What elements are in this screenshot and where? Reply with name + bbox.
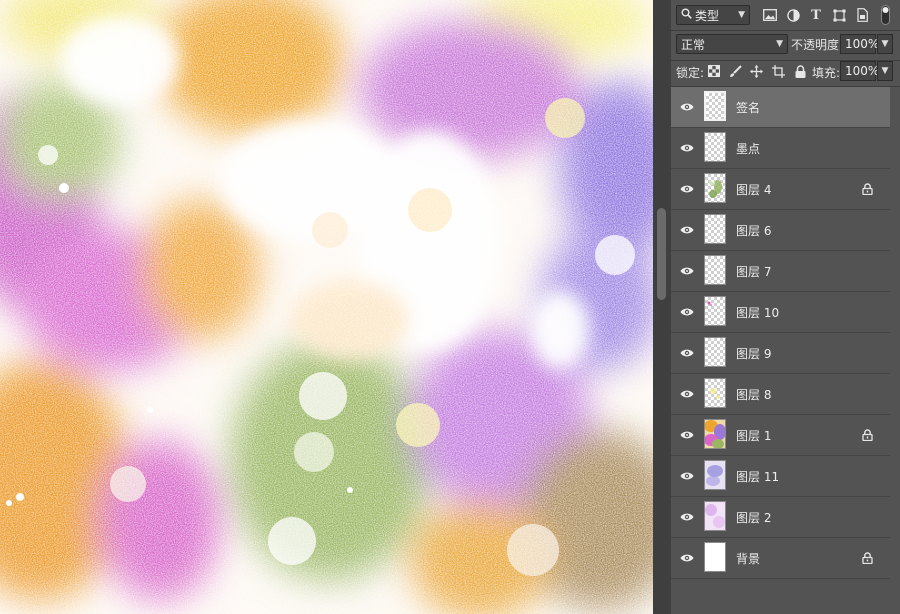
layer-thumbnail[interactable] (704, 419, 726, 449)
layer-thumbnail[interactable] (704, 337, 726, 367)
chevron-down-icon: ▼ (881, 66, 889, 76)
layer-name[interactable]: 背景 (736, 550, 760, 567)
layer-row[interactable]: 图层 4 (671, 169, 890, 210)
blend-mode-dropdown[interactable]: 正常 ▼ (676, 34, 788, 54)
layer-name[interactable]: 图层 11 (736, 468, 779, 485)
opacity-dropdown-button[interactable]: ▼ (877, 34, 893, 54)
layer-row[interactable]: 图层 6 (671, 210, 890, 251)
fill-dropdown-button[interactable]: ▼ (877, 61, 893, 81)
lock-transparent-icon[interactable] (707, 64, 721, 78)
lock-position-icon[interactable] (749, 64, 763, 78)
eye-icon[interactable] (680, 552, 694, 564)
layer-name[interactable]: 图层 9 (736, 345, 771, 362)
eye-icon[interactable] (680, 388, 694, 400)
fill-label: 填充: (812, 66, 841, 80)
blend-mode-label: 正常 (681, 37, 706, 52)
canvas-scrollbar-thumb[interactable] (657, 208, 666, 300)
lock-all-icon[interactable] (793, 64, 807, 78)
layer-row[interactable]: 墨点 (671, 128, 890, 169)
layer-row[interactable]: 图层 8 (671, 374, 890, 415)
layer-thumbnail[interactable] (704, 542, 726, 572)
eye-icon[interactable] (680, 142, 694, 154)
blend-opacity-bar: 正常 ▼ 不透明度: 100% ▼ (671, 30, 900, 61)
layer-row[interactable]: 图层 1 (671, 415, 890, 456)
adjustment-filter-icon[interactable] (785, 7, 801, 23)
layers-list: 签名 墨点 图层 4 图层 6 图层 7 图层 10 图层 9 图层 8 图层 … (671, 87, 900, 579)
layer-thumbnail[interactable] (704, 255, 726, 285)
layer-thumbnail[interactable] (704, 91, 726, 121)
eye-icon[interactable] (680, 429, 694, 441)
lock-artboard-icon[interactable] (771, 64, 785, 78)
layer-row[interactable]: 图层 10 (671, 292, 890, 333)
eye-icon[interactable] (680, 511, 694, 523)
layers-panel: 类型 ▼ T 正常 ▼ 不透明度: 100% ▼ 锁定: 填充: 100% ▼ … (671, 0, 900, 614)
layer-name[interactable]: 图层 4 (736, 181, 771, 198)
layer-thumbnail[interactable] (704, 214, 726, 244)
lock-fill-bar: 锁定: 填充: 100% ▼ (671, 58, 900, 87)
layer-name[interactable]: 图层 1 (736, 427, 771, 444)
search-icon (681, 8, 692, 22)
layer-row[interactable]: 签名 (671, 87, 890, 128)
layer-thumbnail[interactable] (704, 501, 726, 531)
shape-filter-icon[interactable] (831, 7, 847, 23)
document-canvas[interactable] (0, 0, 653, 614)
chevron-down-icon: ▼ (776, 39, 783, 49)
fill-input[interactable]: 100% (840, 61, 879, 81)
opacity-input[interactable]: 100% (840, 34, 879, 54)
layers-scrollbar-track[interactable] (890, 87, 900, 614)
layer-name[interactable]: 图层 2 (736, 509, 771, 526)
chevron-down-icon: ▼ (881, 39, 889, 49)
layer-name[interactable]: 图层 6 (736, 222, 771, 239)
filter-kind-dropdown[interactable]: 类型 ▼ (676, 5, 750, 25)
eye-icon[interactable] (680, 101, 694, 113)
image-filter-icon[interactable] (762, 7, 778, 23)
eye-icon[interactable] (680, 306, 694, 318)
filter-toggle-icon[interactable] (880, 4, 890, 26)
lock-label: 锁定: (676, 66, 705, 80)
filter-kind-label: 类型 (695, 8, 720, 23)
layer-name[interactable]: 图层 7 (736, 263, 771, 280)
layer-thumbnail[interactable] (704, 173, 726, 203)
eye-icon[interactable] (680, 183, 694, 195)
layer-thumbnail[interactable] (704, 460, 726, 490)
lock-icon (862, 429, 874, 442)
text-filter-icon[interactable]: T (808, 7, 824, 23)
eye-icon[interactable] (680, 470, 694, 482)
layer-name[interactable]: 墨点 (736, 140, 760, 157)
layer-thumbnail[interactable] (704, 132, 726, 162)
opacity-label: 不透明度: (791, 38, 844, 52)
layer-row[interactable]: 图层 11 (671, 456, 890, 497)
lock-icon (862, 183, 874, 196)
layer-name[interactable]: 签名 (736, 99, 760, 116)
artwork (0, 0, 653, 614)
layer-row[interactable]: 图层 2 (671, 497, 890, 538)
smart-object-filter-icon[interactable] (854, 7, 870, 23)
lock-icon (862, 552, 874, 565)
layer-filter-bar: 类型 ▼ T (671, 0, 900, 31)
eye-icon[interactable] (680, 265, 694, 277)
canvas-scrollbar-track[interactable] (653, 0, 671, 614)
eye-icon[interactable] (680, 224, 694, 236)
layer-name[interactable]: 图层 8 (736, 386, 771, 403)
chevron-down-icon: ▼ (738, 10, 745, 20)
layer-row[interactable]: 图层 7 (671, 251, 890, 292)
eye-icon[interactable] (680, 347, 694, 359)
layer-name[interactable]: 图层 10 (736, 304, 779, 321)
layer-thumbnail[interactable] (704, 378, 726, 408)
layer-row[interactable]: 图层 9 (671, 333, 890, 374)
layer-row[interactable]: 背景 (671, 538, 890, 579)
layer-thumbnail[interactable] (704, 296, 726, 326)
lock-image-icon[interactable] (728, 64, 742, 78)
